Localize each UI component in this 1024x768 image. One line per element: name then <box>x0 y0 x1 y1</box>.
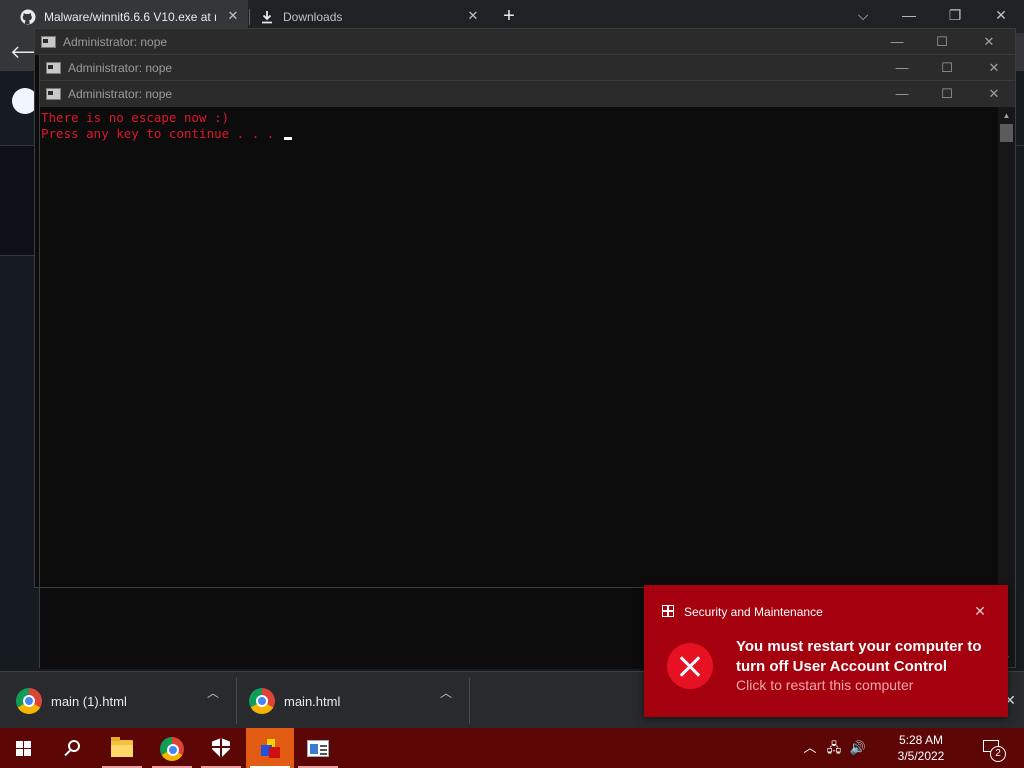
console-app-icon <box>46 62 61 74</box>
close-icon[interactable]: ✕ <box>982 83 1006 105</box>
app-boxes-icon <box>259 739 281 759</box>
clock[interactable]: 5:28 AM 3/5/2022 <box>886 732 956 764</box>
windows-icon <box>16 741 32 756</box>
clock-date: 3/5/2022 <box>897 749 945 763</box>
chrome-icon <box>160 737 184 761</box>
console-app-icon <box>41 36 56 48</box>
minimize-icon[interactable]: — <box>890 57 914 79</box>
action-center-button[interactable]: 2 <box>980 736 1008 762</box>
console-scrollbar[interactable]: ▲ ▼ <box>998 107 1015 667</box>
console-titlebar[interactable]: Administrator: nope — ☐ ✕ <box>40 81 1015 107</box>
tab-close-icon[interactable]: ✕ <box>466 9 480 23</box>
chrome-file-icon <box>249 688 275 714</box>
maximize-icon[interactable]: ☐ <box>935 83 959 105</box>
console-body[interactable]: There is no escape now :) Press any key … <box>40 107 1015 669</box>
console-title: Administrator: nope <box>68 61 173 75</box>
scroll-thumb[interactable] <box>1000 124 1013 142</box>
console-line-1: There is no escape now :) <box>41 110 230 125</box>
taskbar-file-explorer[interactable] <box>98 728 146 768</box>
restore-icon[interactable]: ❐ <box>940 3 970 27</box>
start-button[interactable] <box>0 728 48 768</box>
download-item-label: main (1).html <box>51 693 127 709</box>
console-title: Administrator: nope <box>63 35 168 49</box>
chevron-up-icon[interactable]: ︿ <box>204 684 222 702</box>
console-output: There is no escape now :) Press any key … <box>41 110 292 142</box>
minimize-icon[interactable]: — <box>890 83 914 105</box>
tab-downloads-label: Downloads <box>283 9 343 24</box>
console-window-icon <box>307 740 329 757</box>
download-item-main[interactable]: main.html <box>249 680 449 722</box>
search-icon <box>68 740 80 752</box>
text-cursor <box>283 137 292 140</box>
close-icon[interactable]: ✕ <box>977 31 1001 53</box>
taskbar-active-app[interactable] <box>246 728 294 768</box>
chevron-up-icon[interactable]: ︿ <box>799 737 821 759</box>
security-maintenance-icon <box>662 605 674 617</box>
download-icon <box>262 10 272 23</box>
download-separator <box>469 678 470 724</box>
console-line-2: Press any key to continue . . . <box>41 126 282 141</box>
scroll-up-icon[interactable]: ▲ <box>998 107 1015 124</box>
chrome-file-icon <box>16 688 42 714</box>
search-button[interactable] <box>48 728 96 768</box>
volume-icon[interactable]: 🔊 <box>847 737 869 759</box>
back-arrow-icon[interactable]: 🡐 <box>10 41 58 63</box>
console-titlebar[interactable]: Administrator: nope — ☐ ✕ <box>40 55 1015 81</box>
shield-icon <box>212 738 230 758</box>
notification-count: 2 <box>990 746 1006 762</box>
maximize-icon[interactable]: ☐ <box>935 57 959 79</box>
github-icon <box>20 9 36 24</box>
console-window-3[interactable]: Administrator: nope — ☐ ✕ There is no es… <box>39 80 1016 669</box>
console-titlebar[interactable]: Administrator: nope — ☐ ✕ <box>35 29 1015 55</box>
close-icon[interactable]: ✕ <box>986 3 1016 27</box>
toast-title: You must restart your computer to turn o… <box>736 638 982 675</box>
download-separator <box>236 678 237 724</box>
console-title: Administrator: nope <box>68 87 173 101</box>
error-icon <box>667 643 713 689</box>
tab-close-icon[interactable]: ✕ <box>226 9 240 23</box>
network-icon[interactable]: 🖧 <box>823 737 845 759</box>
close-icon[interactable]: ✕ <box>970 601 990 621</box>
taskbar: ︿ 🖧 🔊 5:28 AM 3/5/2022 2 <box>0 728 1024 768</box>
taskbar-console[interactable] <box>294 728 342 768</box>
clock-time: 5:28 AM <box>898 733 944 747</box>
toast-subtitle: Click to restart this computer <box>736 677 914 693</box>
console-app-icon <box>46 88 61 100</box>
desktop: Malware/winnit6.6.6 V10.exe at m ✕ Downl… <box>0 0 1024 768</box>
taskbar-security[interactable] <box>197 728 245 768</box>
maximize-icon[interactable]: ☐ <box>930 31 954 53</box>
new-tab-button[interactable]: + <box>498 6 520 28</box>
minimize-icon[interactable]: — <box>894 3 924 27</box>
folder-icon <box>111 737 133 757</box>
download-item-label: main.html <box>284 693 341 709</box>
minimize-icon[interactable]: — <box>885 31 909 53</box>
download-item-main-1[interactable]: main (1).html <box>16 680 216 722</box>
toast-app-name: Security and Maintenance <box>684 605 823 619</box>
taskbar-chrome[interactable] <box>148 728 196 768</box>
toast-notification[interactable]: Security and Maintenance ✕ You must rest… <box>644 585 1008 717</box>
chevron-up-icon[interactable]: ︿ <box>437 684 455 702</box>
close-icon[interactable]: ✕ <box>982 57 1006 79</box>
tab-search-icon[interactable]: ⌵ <box>848 3 878 27</box>
github-side-panel <box>0 146 36 256</box>
tab-github-label: Malware/winnit6.6.6 V10.exe at m <box>44 9 216 24</box>
